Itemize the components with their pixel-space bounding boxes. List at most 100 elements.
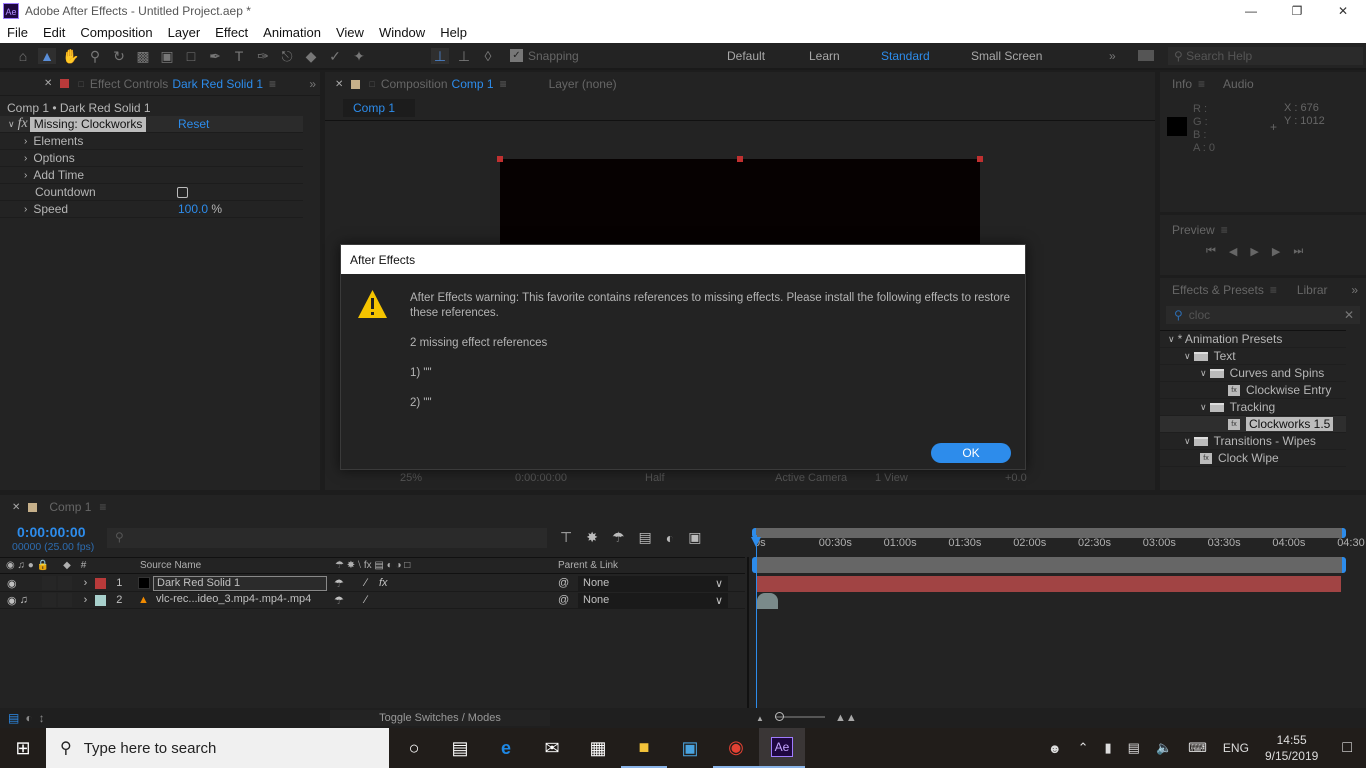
- property-elements[interactable]: › Elements: [0, 133, 303, 150]
- composition-tab-label[interactable]: Composition: [381, 77, 448, 91]
- brush-tool-icon[interactable]: ✑: [254, 48, 272, 64]
- play-icon[interactable]: ▶: [1250, 245, 1258, 258]
- transfer-controls-icon[interactable]: ◐: [25, 711, 32, 725]
- layer-name[interactable]: Dark Red Solid 1: [153, 575, 327, 591]
- search-help-input[interactable]: ⚲ Search Help: [1168, 47, 1363, 65]
- show-hidden-icons[interactable]: ⌃: [1078, 740, 1089, 756]
- next-frame-icon[interactable]: ▶: [1272, 245, 1280, 258]
- toggle-switches-modes-button[interactable]: Toggle Switches / Modes: [330, 710, 550, 726]
- composition-tab-comp[interactable]: Comp 1: [452, 77, 494, 91]
- selection-tool-icon[interactable]: ▲: [38, 47, 56, 64]
- clear-search-icon[interactable]: ✕: [1344, 308, 1354, 322]
- panel-menu-icon[interactable]: ≡: [1198, 77, 1205, 91]
- local-axis-icon[interactable]: ⊥: [431, 47, 449, 64]
- control-panel-icon[interactable]: ▣: [667, 728, 713, 768]
- menu-effect[interactable]: Effect: [215, 25, 248, 40]
- menu-edit[interactable]: Edit: [43, 25, 65, 40]
- windows-start-icon[interactable]: ⊞: [0, 728, 46, 768]
- panel-menu-icon[interactable]: ≡: [1270, 283, 1277, 297]
- draft-3d-icon[interactable]: ✸: [586, 529, 598, 546]
- property-add-time[interactable]: › Add Time: [0, 167, 303, 184]
- current-time[interactable]: 0:00:00:00: [515, 472, 605, 484]
- pan-behind-tool-icon[interactable]: ▣: [158, 48, 176, 64]
- home-icon[interactable]: ⌂: [14, 48, 32, 64]
- store-icon[interactable]: ▦: [575, 728, 621, 768]
- expand-chevron-icon[interactable]: ∨: [1200, 402, 1207, 413]
- expand-chevron-icon[interactable]: ∨: [1184, 351, 1191, 362]
- speed-value[interactable]: 100.0: [178, 202, 208, 216]
- layer-tab[interactable]: Layer (none): [549, 77, 617, 91]
- taskbar-search-input[interactable]: ⚲ Type here to search: [46, 728, 389, 768]
- tree-item[interactable]: ∨ * Animation Presets: [1160, 331, 1346, 348]
- snapping-checkbox[interactable]: ✓: [510, 49, 523, 62]
- language-indicator[interactable]: ENG: [1223, 741, 1249, 755]
- quality-switch[interactable]: ∕: [365, 594, 367, 606]
- audio-tab[interactable]: Audio: [1223, 77, 1254, 91]
- menu-file[interactable]: File: [7, 25, 28, 40]
- tree-item[interactable]: fx Clockwise Entry: [1160, 382, 1346, 399]
- motion-blur-icon[interactable]: ◐: [666, 530, 674, 546]
- layer-handle[interactable]: [737, 156, 743, 162]
- timeline-tab[interactable]: Comp 1: [49, 500, 91, 514]
- layer-row[interactable]: ◉ ♫ › 2 ▲ vlc-rec...ideo_3.mp4-.mp4-.mp4…: [0, 592, 745, 609]
- composition-flowchart-icon[interactable]: ⊤: [560, 529, 572, 546]
- cortana-icon[interactable]: ○: [391, 728, 437, 768]
- rectangle-tool-icon[interactable]: □: [182, 48, 200, 64]
- zoom-out-icon[interactable]: ▲: [756, 714, 764, 723]
- workspace-small-screen[interactable]: Small Screen: [971, 49, 1042, 63]
- task-view-icon[interactable]: ▤: [437, 728, 483, 768]
- tree-item[interactable]: ∨ Curves and Spins: [1160, 365, 1346, 382]
- property-options[interactable]: › Options: [0, 150, 303, 167]
- people-icon[interactable]: ☻: [1048, 741, 1062, 756]
- column-parent-link[interactable]: Parent & Link: [558, 560, 618, 571]
- panel-menu-icon[interactable]: ≡: [269, 77, 276, 91]
- tree-item[interactable]: fx Clock Wipe: [1160, 450, 1346, 467]
- expand-chevron-icon[interactable]: ∨: [1168, 334, 1175, 345]
- zoom-in-icon[interactable]: ▲▲: [835, 712, 857, 724]
- shy-layers-icon[interactable]: ☂: [612, 529, 625, 546]
- effects-search-input[interactable]: ⚲ cloc ✕: [1166, 306, 1360, 324]
- info-tab[interactable]: Info: [1172, 77, 1192, 91]
- roto-brush-tool-icon[interactable]: ✓: [326, 48, 344, 64]
- expand-chevron-icon[interactable]: ›: [24, 170, 27, 181]
- ok-button[interactable]: OK: [931, 443, 1011, 463]
- sync-settings-icon[interactable]: [1138, 50, 1154, 61]
- menu-composition[interactable]: Composition: [80, 25, 152, 40]
- comp-subtab[interactable]: Comp 1: [343, 99, 415, 117]
- effect-name[interactable]: Missing: Clockworks: [29, 116, 147, 132]
- tree-item[interactable]: ∨ Text: [1160, 348, 1346, 365]
- expand-chevron-icon[interactable]: ›: [24, 136, 27, 147]
- clone-stamp-tool-icon[interactable]: ⎋: [278, 48, 296, 64]
- shy-switch[interactable]: ☂: [334, 594, 344, 607]
- time-navigator[interactable]: [752, 557, 1346, 573]
- effects-presets-tab[interactable]: Effects & Presets: [1172, 283, 1264, 297]
- layer-row[interactable]: ◉ › 1 Dark Red Solid 1 ☂ ∕ fx @ None ∨: [0, 575, 745, 592]
- solo-switch[interactable]: [41, 576, 56, 590]
- in-out-icon[interactable]: ↕: [39, 711, 45, 725]
- layer-handle[interactable]: [497, 156, 503, 162]
- playhead[interactable]: [756, 535, 757, 728]
- more-workspaces-icon[interactable]: »: [1109, 49, 1116, 63]
- lock-icon[interactable]: □: [369, 79, 374, 89]
- pen-tool-icon[interactable]: ✒: [206, 48, 224, 64]
- tree-item[interactable]: ∨ Tracking: [1160, 399, 1346, 416]
- puppet-pin-tool-icon[interactable]: ✦: [350, 48, 368, 64]
- pickwhip-icon[interactable]: @: [558, 594, 569, 606]
- panel-menu-icon[interactable]: ≡: [99, 500, 106, 514]
- collapse-chevron-icon[interactable]: ∨: [8, 119, 15, 130]
- reset-link[interactable]: Reset: [178, 117, 209, 131]
- effect-switch[interactable]: fx: [379, 577, 388, 589]
- countdown-checkbox[interactable]: [177, 186, 188, 198]
- layer-handle[interactable]: [977, 156, 983, 162]
- lock-switch[interactable]: [57, 576, 72, 590]
- clock[interactable]: 14:55 9/15/2019: [1265, 732, 1318, 764]
- layer-switches-icon[interactable]: ▤: [8, 711, 19, 725]
- chrome-icon[interactable]: ◉: [713, 728, 759, 768]
- zoom-tool-icon[interactable]: ⚲: [86, 48, 104, 64]
- frame-blending-icon[interactable]: ▤: [639, 529, 652, 546]
- close-icon[interactable]: ✕: [1320, 4, 1366, 18]
- libraries-tab[interactable]: Librar: [1297, 283, 1328, 297]
- menu-help[interactable]: Help: [440, 25, 467, 40]
- world-axis-icon[interactable]: ⊥: [455, 48, 473, 64]
- visibility-icon[interactable]: ◉: [7, 577, 17, 590]
